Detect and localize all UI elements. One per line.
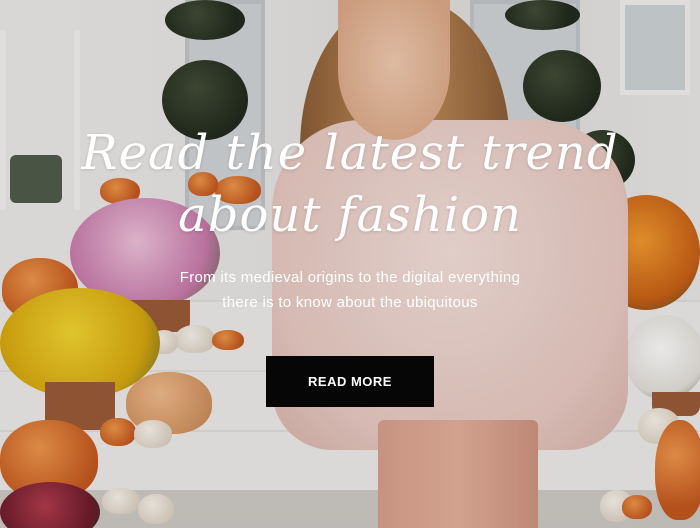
hero-heading: Read the latest trend about fashion (50, 122, 650, 246)
image-overlay (0, 0, 700, 528)
hero-heading-line-1: Read the latest trend (81, 125, 619, 181)
hero-banner: Read the latest trend about fashion From… (0, 0, 700, 528)
hero-subtext: From its medieval origins to the digital… (100, 265, 600, 315)
read-more-button[interactable]: READ MORE (266, 356, 434, 407)
hero-subtext-line-1: From its medieval origins to the digital… (179, 269, 521, 286)
hero-subtext-line-2: there is to know about the ubiquitous (222, 294, 478, 311)
hero-heading-line-2: about fashion (178, 187, 522, 243)
